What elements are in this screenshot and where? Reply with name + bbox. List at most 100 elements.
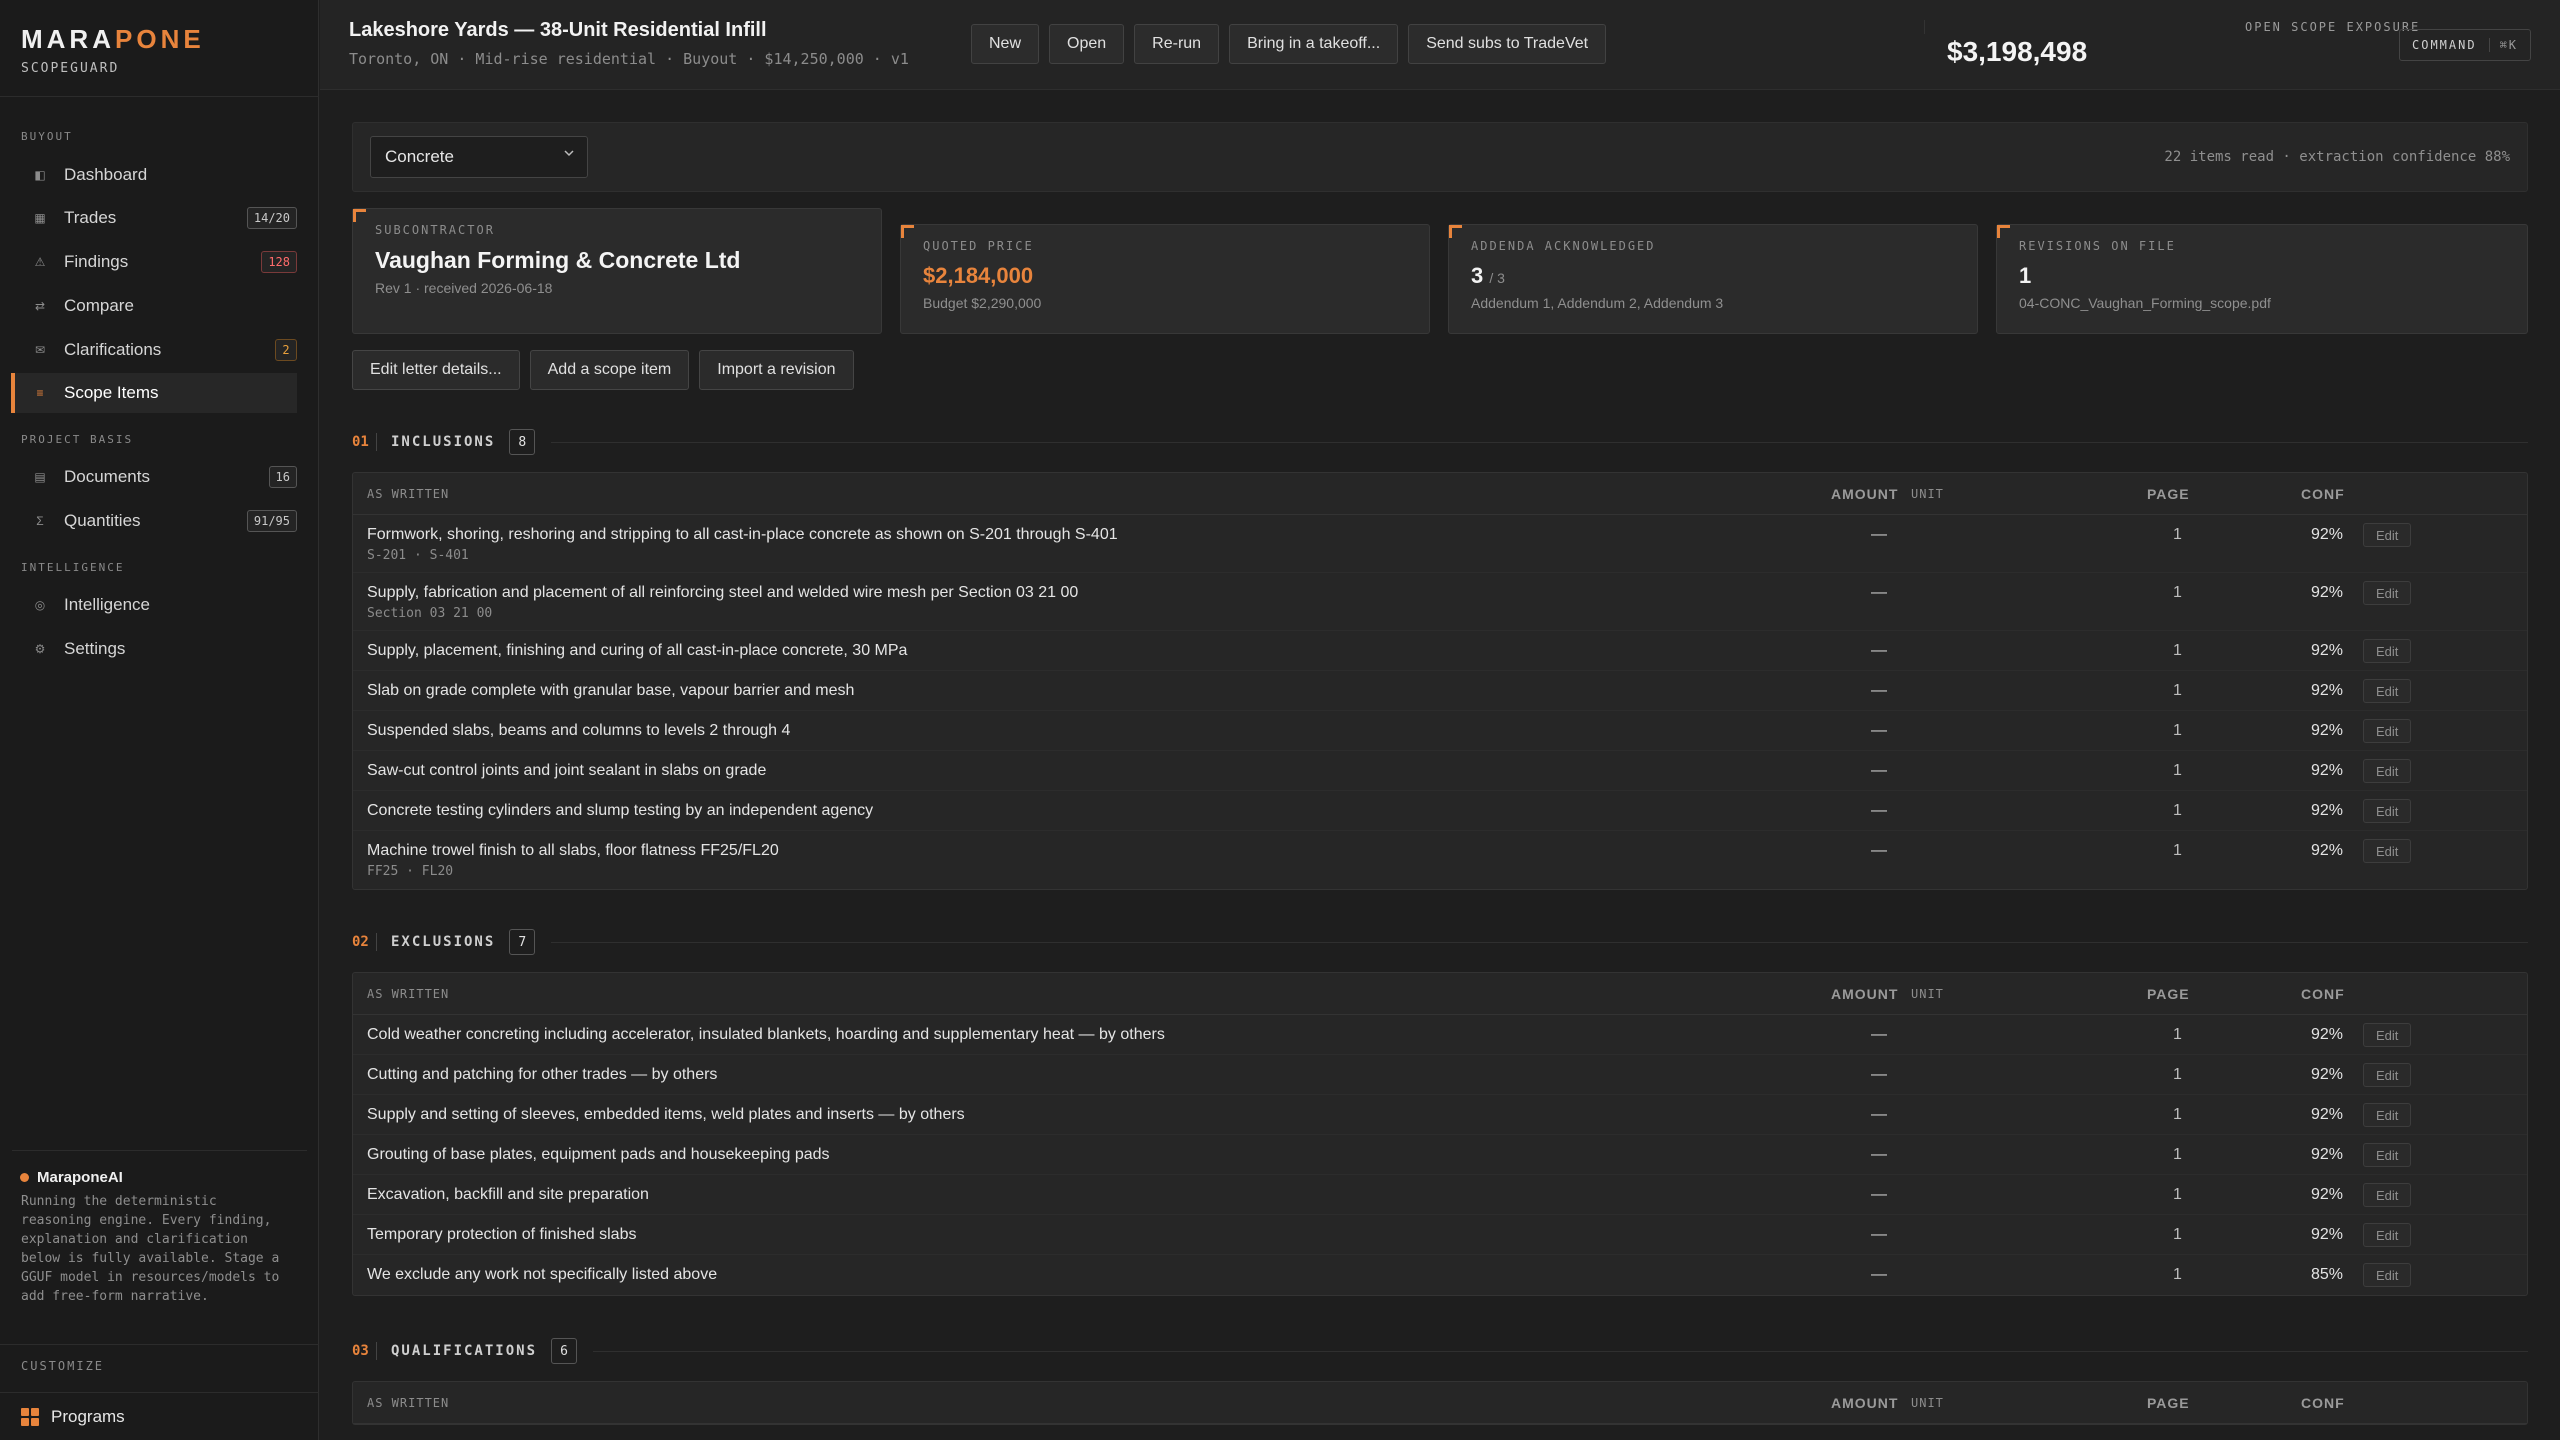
table-row[interactable]: Cutting and patching for other trades — … bbox=[353, 1055, 2527, 1095]
table-row[interactable]: Supply, fabrication and placement of all… bbox=[353, 573, 2527, 631]
edit-row-button[interactable]: Edit bbox=[2363, 1143, 2412, 1167]
column-header-conf[interactable]: CONF bbox=[2301, 1395, 2345, 1411]
edit-row-button[interactable]: Edit bbox=[2363, 1223, 2412, 1247]
sidebar-item-dashboard[interactable]: ◧ Dashboard bbox=[12, 155, 297, 195]
programs-button[interactable]: Programs bbox=[0, 1392, 319, 1440]
table-row[interactable]: Grouting of base plates, equipment pads … bbox=[353, 1135, 2527, 1175]
budget-value: Budget $2,290,000 bbox=[923, 295, 1042, 311]
sidebar-item-label: Trades bbox=[64, 208, 117, 227]
scope-item-page: 1 bbox=[2173, 1226, 2182, 1243]
edit-row-button[interactable]: Edit bbox=[2363, 581, 2412, 605]
scope-item-text: Cold weather concreting including accele… bbox=[367, 1026, 1165, 1043]
column-header-page[interactable]: PAGE bbox=[2147, 1395, 2190, 1411]
edit-row-button[interactable]: Edit bbox=[2363, 799, 2412, 823]
sidebar: MARAPONE SCOPEGUARD BUYOUT ◧ Dashboard ▦… bbox=[0, 0, 319, 1440]
sidebar-item-clarifications[interactable]: ✉ Clarifications 2 bbox=[12, 330, 297, 370]
trade-select[interactable]: Concrete bbox=[370, 136, 588, 178]
column-header-written[interactable]: AS WRITTEN bbox=[367, 1396, 449, 1410]
edit-row-button[interactable]: Edit bbox=[2363, 1183, 2412, 1207]
table-row[interactable]: Supply, placement, finishing and curing … bbox=[353, 631, 2527, 671]
edit-row-button[interactable]: Edit bbox=[2363, 679, 2412, 703]
column-header-amount[interactable]: AMOUNT bbox=[1831, 486, 1898, 502]
table-header: AS WRITTEN AMOUNT UNIT PAGE CONF bbox=[353, 1382, 2527, 1424]
brand-logo[interactable]: MARAPONE SCOPEGUARD bbox=[21, 24, 205, 76]
edit-row-button[interactable]: Edit bbox=[2363, 523, 2412, 547]
import-revision-button[interactable]: Import a revision bbox=[699, 350, 854, 390]
table-row[interactable]: Concrete testing cylinders and slump tes… bbox=[353, 791, 2527, 831]
sidebar-item-compare[interactable]: ⇄ Compare bbox=[12, 286, 297, 326]
edit-row-button[interactable]: Edit bbox=[2363, 639, 2412, 663]
edit-row-button[interactable]: Edit bbox=[2363, 759, 2412, 783]
add-scope-item-button[interactable]: Add a scope item bbox=[529, 350, 690, 390]
edit-row-button[interactable]: Edit bbox=[2363, 839, 2412, 863]
column-header-written[interactable]: AS WRITTEN bbox=[367, 487, 449, 501]
column-header-page[interactable]: PAGE bbox=[2147, 486, 2190, 502]
brand-name: MARAPONE bbox=[21, 24, 205, 54]
revisions-count: 1 bbox=[2019, 263, 2032, 288]
scope-item-amount: — bbox=[1871, 1106, 1887, 1123]
scope-item-confidence: 92% bbox=[2311, 642, 2344, 659]
table-row[interactable]: Excavation, backfill and site preparatio… bbox=[353, 1175, 2527, 1215]
table-row[interactable]: Saw-cut control joints and joint sealant… bbox=[353, 751, 2527, 791]
divider bbox=[376, 1342, 377, 1360]
section-number: 01 bbox=[352, 434, 369, 450]
sidebar-item-findings[interactable]: ⚠ Findings 128 bbox=[12, 242, 297, 282]
gear-icon: ⚙ bbox=[34, 642, 46, 656]
subcontractor-meta: Rev 1 · received 2026-06-18 bbox=[375, 280, 553, 296]
table-row[interactable]: Slab on grade complete with granular bas… bbox=[353, 671, 2527, 711]
quoted-price-value: $2,184,000 bbox=[923, 263, 1034, 288]
section-number: 02 bbox=[352, 934, 369, 950]
sidebar-item-documents[interactable]: ▤ Documents 16 bbox=[12, 457, 297, 497]
sidebar-item-settings[interactable]: ⚙ Settings bbox=[12, 629, 297, 669]
table-row[interactable]: Cold weather concreting including accele… bbox=[353, 1015, 2527, 1055]
sidebar-item-quantities[interactable]: Σ Quantities 91/95 bbox=[12, 501, 297, 541]
clarifications-badge: 2 bbox=[275, 339, 297, 361]
edit-row-button[interactable]: Edit bbox=[2363, 1023, 2412, 1047]
table-row[interactable]: Supply and setting of sleeves, embedded … bbox=[353, 1095, 2527, 1135]
edit-row-button[interactable]: Edit bbox=[2363, 1103, 2412, 1127]
column-header-amount[interactable]: AMOUNT bbox=[1831, 1395, 1898, 1411]
table-row[interactable]: Temporary protection of finished slabs — 1… bbox=[353, 1215, 2527, 1255]
table-row[interactable]: We exclude any work not specifically lis… bbox=[353, 1255, 2527, 1295]
edit-row-button[interactable]: Edit bbox=[2363, 1263, 2412, 1287]
table-row[interactable]: Suspended slabs, beams and columns to le… bbox=[353, 711, 2527, 751]
rerun-button[interactable]: Re-run bbox=[1134, 24, 1220, 64]
column-header-written[interactable]: AS WRITTEN bbox=[367, 987, 449, 1001]
open-button[interactable]: Open bbox=[1049, 24, 1125, 64]
scope-item-text: Suspended slabs, beams and columns to le… bbox=[367, 722, 791, 739]
warning-icon: ⚠ bbox=[34, 255, 46, 269]
column-header-conf[interactable]: CONF bbox=[2301, 486, 2345, 502]
table-row[interactable]: Machine trowel finish to all slabs, floo… bbox=[353, 831, 2527, 889]
trade-select-value: Concrete bbox=[385, 147, 454, 166]
send-subs-button[interactable]: Send subs to TradeVet bbox=[1408, 24, 1607, 64]
sidebar-item-trades[interactable]: ▦ Trades 14/20 bbox=[12, 198, 297, 238]
section-title: QUALIFICATIONS bbox=[391, 1343, 538, 1359]
column-header-page[interactable]: PAGE bbox=[2147, 986, 2190, 1002]
column-header-unit[interactable]: UNIT bbox=[1911, 1396, 1944, 1410]
edit-row-button[interactable]: Edit bbox=[2363, 1063, 2412, 1087]
column-header-conf[interactable]: CONF bbox=[2301, 986, 2345, 1002]
edit-row-button[interactable]: Edit bbox=[2363, 719, 2412, 743]
column-header-unit[interactable]: UNIT bbox=[1911, 987, 1944, 1001]
table-row[interactable]: Formwork, shoring, reshoring and strippi… bbox=[353, 515, 2527, 573]
apps-grid-icon bbox=[21, 1407, 39, 1426]
command-shortcut: ⌘K bbox=[2488, 38, 2518, 52]
column-header-amount[interactable]: AMOUNT bbox=[1831, 986, 1898, 1002]
quoted-price-card: QUOTED PRICE $2,184,000 Budget $2,290,00… bbox=[900, 224, 1430, 334]
scope-item-page: 1 bbox=[2173, 842, 2182, 859]
sidebar-item-intelligence[interactable]: ◎ Intelligence bbox=[12, 585, 297, 625]
command-palette-button[interactable]: COMMAND ⌘K bbox=[2399, 29, 2532, 61]
sigma-icon: Σ bbox=[36, 514, 44, 528]
sidebar-item-label: Documents bbox=[64, 467, 150, 486]
edit-letter-button[interactable]: Edit letter details... bbox=[352, 350, 520, 390]
sidebar-item-scope-items[interactable]: ≡ Scope Items bbox=[11, 373, 297, 413]
column-header-unit[interactable]: UNIT bbox=[1911, 487, 1944, 501]
scope-item-amount: — bbox=[1871, 584, 1887, 601]
compare-icon: ⇄ bbox=[34, 299, 46, 313]
header: Lakeshore Yards — 38-Unit Residential In… bbox=[320, 0, 2560, 90]
scope-item-confidence: 92% bbox=[2311, 842, 2344, 859]
scope-item-text: Slab on grade complete with granular bas… bbox=[367, 682, 855, 699]
new-button[interactable]: New bbox=[971, 24, 1040, 64]
bring-takeoff-button[interactable]: Bring in a takeoff... bbox=[1229, 24, 1399, 64]
section-header-1: 02 EXCLUSIONS 7 bbox=[352, 928, 2528, 956]
